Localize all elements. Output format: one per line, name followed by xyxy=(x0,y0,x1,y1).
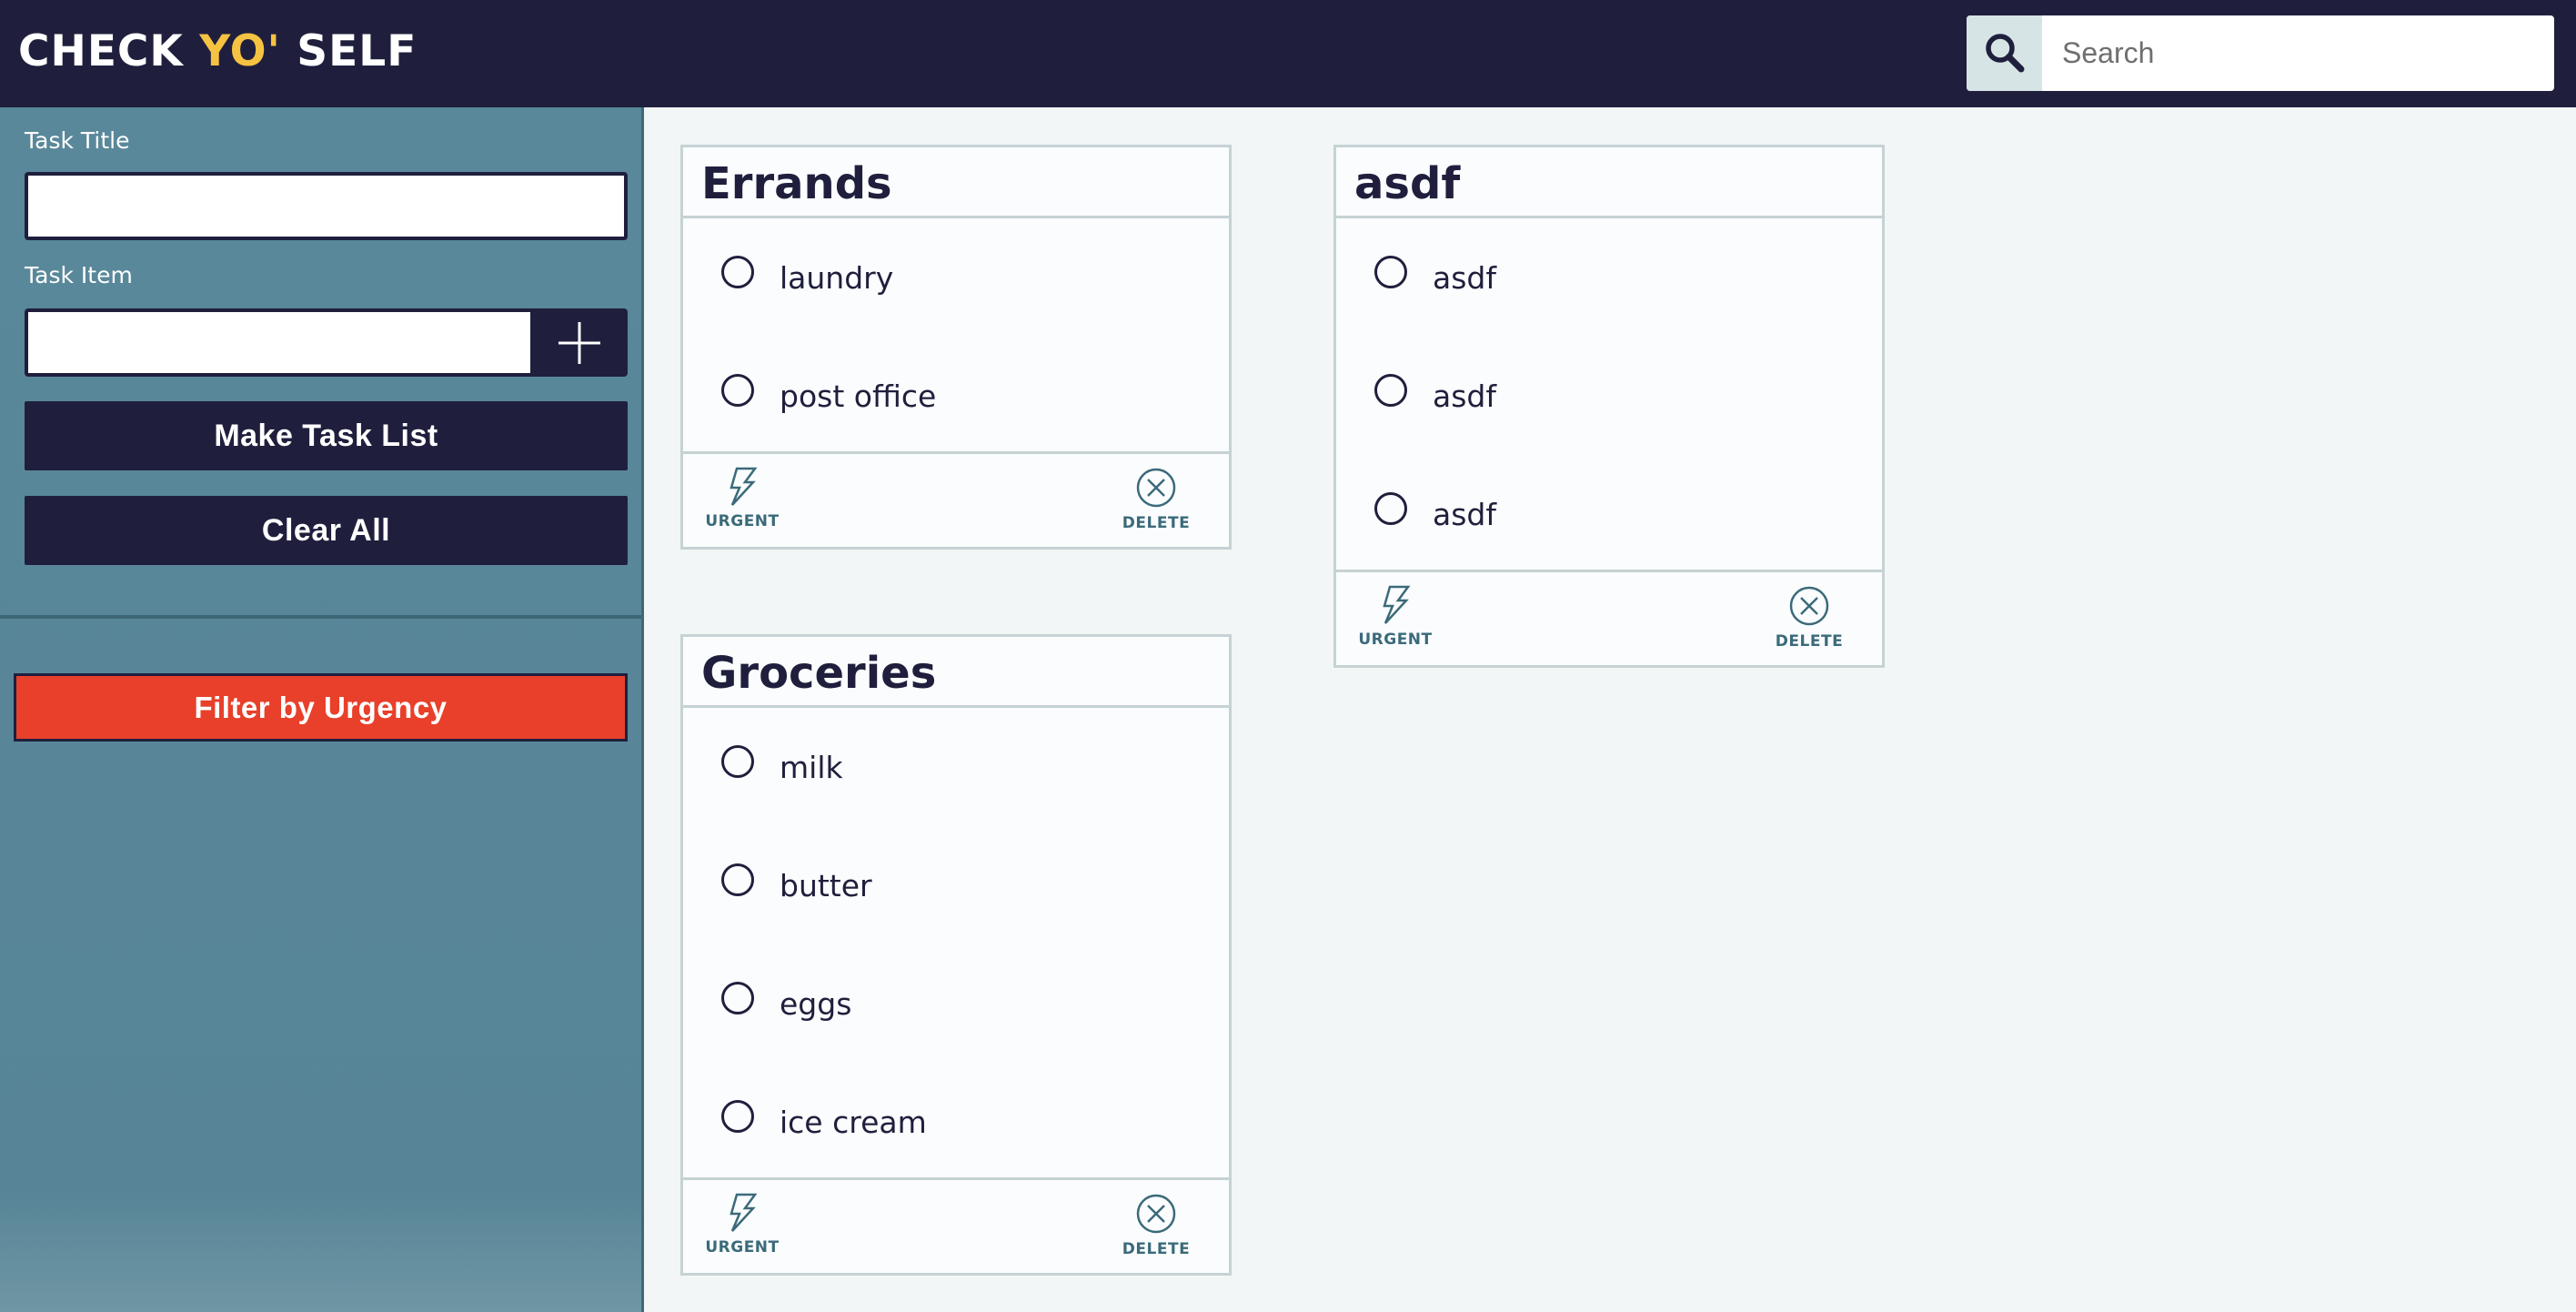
item-text: post office xyxy=(780,378,937,414)
item-text: eggs xyxy=(780,986,852,1022)
urgent-button[interactable]: URGENT xyxy=(1350,585,1441,649)
lightning-bolt-icon xyxy=(1383,585,1411,624)
list-item: asdf xyxy=(1336,355,1882,473)
card-footer: URGENT DELETE xyxy=(683,454,1229,547)
plus-icon xyxy=(558,322,600,364)
task-title-input[interactable] xyxy=(25,172,628,240)
list-item: asdf xyxy=(1336,237,1882,355)
card-title: Groceries xyxy=(683,637,1229,708)
add-item-button[interactable] xyxy=(532,308,628,377)
delete-button[interactable]: DELETE xyxy=(1111,467,1202,532)
checkbox-circle-icon[interactable] xyxy=(721,982,754,1014)
card-item-list: laundry post office xyxy=(683,218,1229,454)
item-text: laundry xyxy=(780,260,894,296)
item-text: asdf xyxy=(1433,260,1496,296)
search-bar xyxy=(1967,15,2554,91)
list-item: milk xyxy=(683,726,1229,844)
task-card-asdf: asdf asdf asdf asdf URGENT DELETE xyxy=(1333,145,1885,668)
filter-by-urgency-button[interactable]: Filter by Urgency xyxy=(14,673,628,742)
make-task-list-button[interactable]: Make Task List xyxy=(25,401,628,470)
task-title-label: Task Title xyxy=(25,127,130,154)
search-input[interactable] xyxy=(2042,15,2553,91)
checkbox-circle-icon[interactable] xyxy=(721,1100,754,1133)
app-header: CHECK YO' SELF xyxy=(0,0,2576,107)
task-card-groceries: Groceries milk butter eggs ice cream URG… xyxy=(680,634,1232,1276)
item-text: asdf xyxy=(1433,497,1496,532)
task-item-label: Task Item xyxy=(25,262,133,288)
list-item: post office xyxy=(683,355,1229,446)
urgent-label: URGENT xyxy=(1358,631,1433,649)
logo-text-accent: YO' xyxy=(199,26,281,76)
delete-label: DELETE xyxy=(1775,632,1844,651)
delete-button[interactable]: DELETE xyxy=(1764,585,1855,651)
app-logo: CHECK YO' SELF xyxy=(18,25,417,79)
checkbox-circle-icon[interactable] xyxy=(1374,256,1407,288)
delete-circle-x-icon xyxy=(1789,586,1829,626)
logo-text-2: SELF xyxy=(280,26,418,76)
urgent-label: URGENT xyxy=(705,1238,780,1256)
card-footer: URGENT DELETE xyxy=(1336,572,1882,665)
task-card-errands: Errands laundry post office URGENT DELET… xyxy=(680,145,1232,550)
delete-button[interactable]: DELETE xyxy=(1111,1193,1202,1258)
urgent-label: URGENT xyxy=(705,512,780,530)
list-item: laundry xyxy=(683,237,1229,355)
checkbox-circle-icon[interactable] xyxy=(721,374,754,407)
checkbox-circle-icon[interactable] xyxy=(1374,374,1407,407)
list-item: asdf xyxy=(1336,473,1882,564)
checkbox-circle-icon[interactable] xyxy=(721,256,754,288)
delete-label: DELETE xyxy=(1122,1240,1191,1258)
item-text: milk xyxy=(780,750,843,785)
card-title: Errands xyxy=(683,147,1229,218)
checkbox-circle-icon[interactable] xyxy=(721,863,754,896)
sidebar-divider xyxy=(0,615,641,619)
urgent-button[interactable]: URGENT xyxy=(697,467,788,530)
item-text: ice cream xyxy=(780,1105,927,1140)
card-item-list: asdf asdf asdf xyxy=(1336,218,1882,572)
delete-circle-x-icon xyxy=(1136,468,1176,508)
delete-label: DELETE xyxy=(1122,514,1191,532)
logo-text-1: CHECK xyxy=(18,26,200,76)
checkbox-circle-icon[interactable] xyxy=(721,745,754,778)
card-title: asdf xyxy=(1336,147,1882,218)
checkbox-circle-icon[interactable] xyxy=(1374,492,1407,525)
search-icon xyxy=(1986,34,2025,73)
list-item: butter xyxy=(683,844,1229,963)
clear-all-button[interactable]: Clear All xyxy=(25,496,628,565)
card-footer: URGENT DELETE xyxy=(683,1180,1229,1273)
item-text: butter xyxy=(780,868,872,903)
item-text: asdf xyxy=(1433,378,1496,414)
task-item-input[interactable] xyxy=(25,308,534,377)
list-item: eggs xyxy=(683,963,1229,1081)
lightning-bolt-icon xyxy=(730,467,758,506)
card-item-list: milk butter eggs ice cream xyxy=(683,708,1229,1180)
sidebar: Task Title Task Item Make Task List Clea… xyxy=(0,107,644,1312)
urgent-button[interactable]: URGENT xyxy=(697,1193,788,1256)
lightning-bolt-icon xyxy=(730,1193,758,1232)
list-item: ice cream xyxy=(683,1081,1229,1172)
search-button[interactable] xyxy=(1967,15,2042,91)
delete-circle-x-icon xyxy=(1136,1194,1176,1234)
